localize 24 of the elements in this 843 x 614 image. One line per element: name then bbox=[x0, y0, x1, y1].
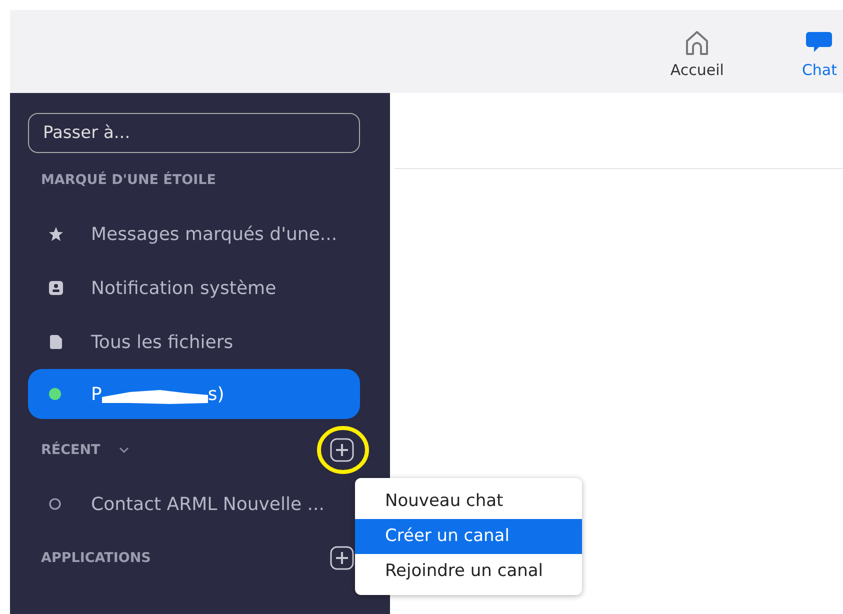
add-button[interactable] bbox=[330, 438, 354, 462]
sidebar-item[interactable]: Tous les fichiers bbox=[28, 315, 360, 369]
item-label: s) bbox=[208, 382, 224, 406]
item-label: Contact ARML Nouvelle ... bbox=[91, 492, 324, 516]
contact-card-icon bbox=[48, 280, 64, 296]
nav-tab[interactable]: Chat bbox=[802, 28, 837, 81]
menu-item[interactable]: Nouveau chat bbox=[355, 484, 582, 519]
search-field[interactable]: Passer à... bbox=[28, 113, 360, 153]
nav-tab[interactable]: Accueil bbox=[670, 28, 724, 81]
item-label: Messages marqués d'une... bbox=[91, 222, 338, 246]
section-heading: RÉCENT bbox=[41, 440, 100, 460]
section-heading: APPLICATIONS bbox=[41, 548, 151, 568]
sidebar-item[interactable]: Notification système bbox=[28, 261, 360, 315]
star-icon bbox=[48, 226, 64, 242]
sidebar-item[interactable]: P s) bbox=[28, 369, 360, 419]
menu-item[interactable]: Créer un canal bbox=[355, 519, 582, 554]
item-label: Notification système bbox=[91, 276, 276, 300]
add-button[interactable] bbox=[330, 546, 354, 570]
file-icon bbox=[48, 334, 64, 350]
sidebar-item[interactable]: Messages marqués d'une... bbox=[28, 207, 360, 261]
item-label: P bbox=[91, 382, 102, 406]
item-label: Tous les fichiers bbox=[91, 330, 234, 354]
section-heading: MARQUÉ D'UNE ÉTOILE bbox=[41, 170, 216, 190]
menu-item[interactable]: Rejoindre un canal bbox=[355, 554, 582, 589]
